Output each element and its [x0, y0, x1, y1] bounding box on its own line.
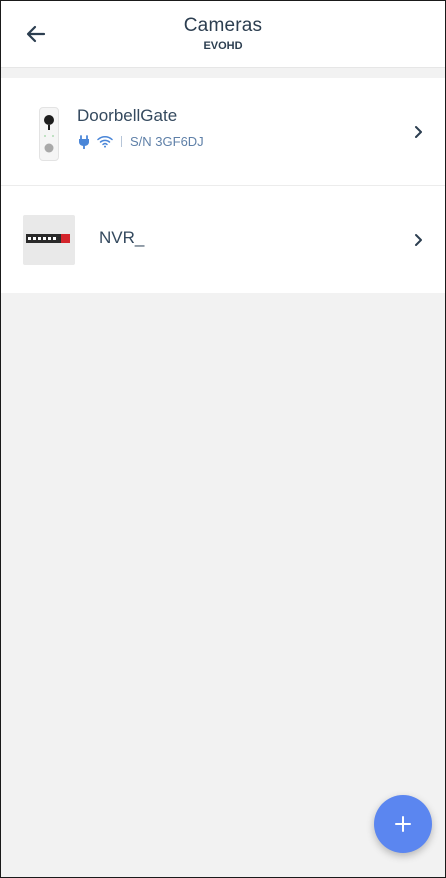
separator: [121, 136, 122, 147]
plus-icon: [395, 816, 411, 832]
device-list: DoorbellGate S/N 3GF6DJ NVR_: [1, 78, 445, 293]
device-serial: S/N 3GF6DJ: [130, 134, 204, 149]
page-title: Cameras: [183, 15, 263, 36]
doorbell-thumbnail: [39, 107, 59, 161]
title-block: Cameras EVOHD: [1, 15, 445, 54]
device-name: DoorbellGate: [77, 106, 178, 125]
chevron-right-icon: [409, 230, 429, 250]
top-bar: Cameras EVOHD: [1, 1, 445, 68]
doorbell-device-icon: [44, 115, 54, 153]
device-status-line: S/N 3GF6DJ: [77, 134, 204, 149]
provision-logo: [26, 234, 70, 243]
device-row-doorbellgate[interactable]: DoorbellGate S/N 3GF6DJ: [1, 78, 445, 185]
device-name: NVR_: [99, 228, 145, 247]
device-row-nvr[interactable]: NVR_: [1, 185, 445, 293]
nvr-thumbnail: [23, 215, 75, 265]
power-plug-icon: [79, 134, 89, 149]
page-subtitle: EVOHD: [203, 40, 243, 52]
chevron-right-icon: [409, 122, 429, 142]
add-camera-button[interactable]: [374, 795, 432, 853]
app-screen: Cameras EVOHD DoorbellGate S/N 3GF6DJ NV…: [0, 0, 446, 878]
wifi-icon: [97, 135, 113, 148]
